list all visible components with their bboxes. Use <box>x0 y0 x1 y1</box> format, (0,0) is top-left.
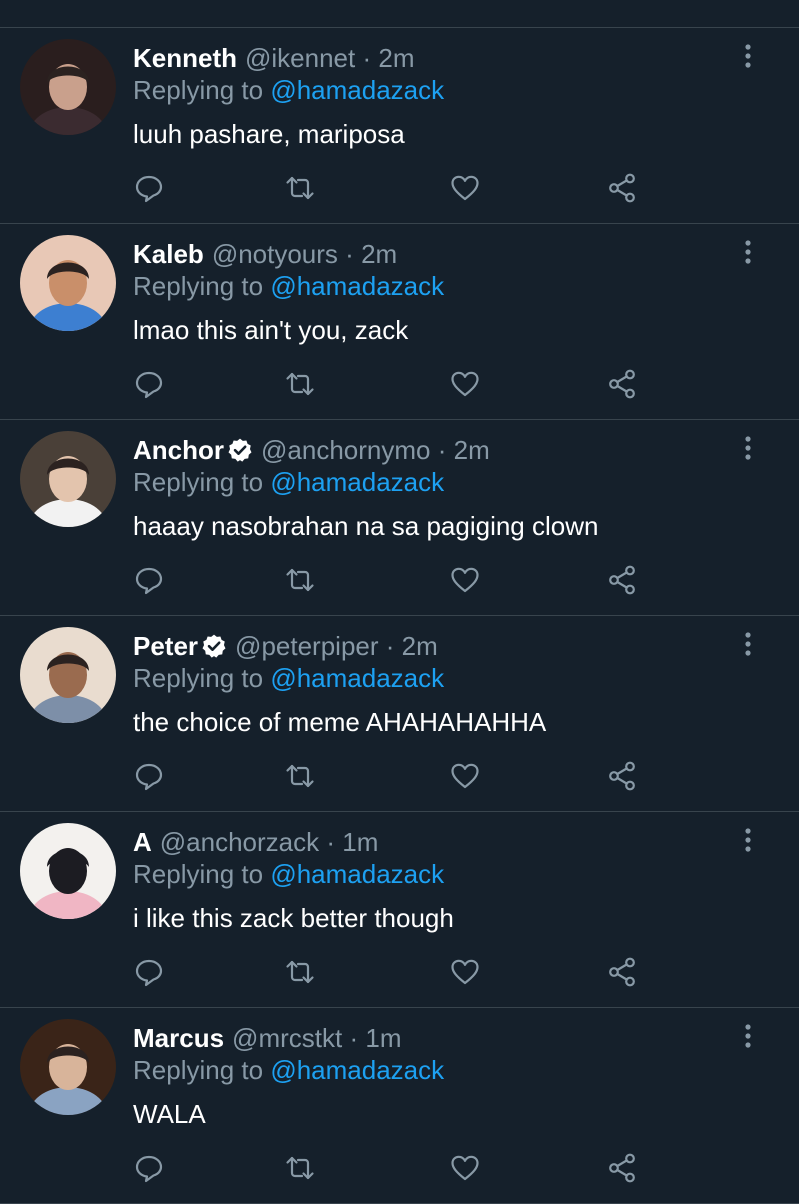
display-name[interactable]: Peter <box>133 631 198 661</box>
user-handle[interactable]: @peterpiper <box>235 631 378 661</box>
display-name[interactable]: Kaleb <box>133 239 204 269</box>
retweet-icon[interactable] <box>284 760 316 792</box>
reply-text: lmao this ain't you, zack <box>133 315 409 345</box>
reply-text: luuh pashare, mariposa <box>133 119 405 149</box>
separator-dot: · <box>326 827 336 857</box>
reply-header: Kenneth @ikennet · 2m <box>133 42 415 74</box>
separator-dot: · <box>385 631 395 661</box>
reply-icon[interactable] <box>133 1152 165 1184</box>
avatar[interactable] <box>20 431 116 527</box>
share-icon[interactable] <box>606 564 638 596</box>
display-name[interactable]: Marcus <box>133 1023 224 1053</box>
reply-header: A @anchorzack · 1m <box>133 826 378 858</box>
verified-badge-icon <box>227 437 253 463</box>
replying-to: Replying to @hamadazack <box>133 270 444 302</box>
reply-header: Marcus @mrcstkt · 1m <box>133 1022 401 1054</box>
share-icon[interactable] <box>606 368 638 400</box>
replying-prefix: Replying to <box>133 467 264 497</box>
reply-header: Kaleb @notyours · 2m <box>133 238 397 270</box>
like-icon[interactable] <box>449 760 481 792</box>
replying-prefix: Replying to <box>133 75 264 105</box>
display-name[interactable]: A <box>133 827 152 857</box>
like-icon[interactable] <box>449 368 481 400</box>
timestamp[interactable]: 2m <box>402 631 438 661</box>
timestamp[interactable]: 2m <box>454 435 490 465</box>
reply-item[interactable]: Kenneth @ikennet · 2m Replying to @hamada… <box>0 28 799 224</box>
reply-feed: Kenneth @ikennet · 2m Replying to @hamada… <box>0 28 799 1204</box>
avatar[interactable] <box>20 627 116 723</box>
reply-icon[interactable] <box>133 172 165 204</box>
more-vertical-icon[interactable] <box>734 42 762 70</box>
more-vertical-icon[interactable] <box>734 1022 762 1050</box>
like-icon[interactable] <box>449 564 481 596</box>
user-handle[interactable]: @mrcstkt <box>232 1023 342 1053</box>
separator-dot: · <box>362 43 372 73</box>
more-vertical-icon[interactable] <box>734 434 762 462</box>
replying-to: Replying to @hamadazack <box>133 858 444 890</box>
replying-prefix: Replying to <box>133 1055 264 1085</box>
mention-link[interactable]: @hamadazack <box>270 1055 444 1085</box>
share-icon[interactable] <box>606 172 638 204</box>
retweet-icon[interactable] <box>284 1152 316 1184</box>
retweet-icon[interactable] <box>284 956 316 988</box>
retweet-icon[interactable] <box>284 172 316 204</box>
reply-item[interactable]: A @anchorzack · 1m Replying to @hamadazac… <box>0 812 799 1008</box>
reply-text: the choice of meme AHAHAHAHHA <box>133 707 547 737</box>
reply-icon[interactable] <box>133 368 165 400</box>
user-handle[interactable]: @notyours <box>212 239 338 269</box>
retweet-icon[interactable] <box>284 368 316 400</box>
retweet-icon[interactable] <box>284 564 316 596</box>
user-handle[interactable]: @ikennet <box>245 43 355 73</box>
replying-to: Replying to @hamadazack <box>133 466 444 498</box>
like-icon[interactable] <box>449 1152 481 1184</box>
mention-link[interactable]: @hamadazack <box>270 75 444 105</box>
timestamp[interactable]: 1m <box>342 827 378 857</box>
replying-prefix: Replying to <box>133 271 264 301</box>
reply-item[interactable]: Marcus @mrcstkt · 1m Replying to @hamadaz… <box>0 1008 799 1204</box>
share-icon[interactable] <box>606 760 638 792</box>
separator-dot: · <box>349 1023 359 1053</box>
reply-header: Anchor @anchornymo · 2m <box>133 434 490 466</box>
reply-item[interactable]: Anchor @anchornymo · 2m Replying to @hama… <box>0 420 799 616</box>
mention-link[interactable]: @hamadazack <box>270 663 444 693</box>
mention-link[interactable]: @hamadazack <box>270 271 444 301</box>
reply-icon[interactable] <box>133 760 165 792</box>
replying-to: Replying to @hamadazack <box>133 74 444 106</box>
replying-prefix: Replying to <box>133 663 264 693</box>
verified-badge-icon <box>201 633 227 659</box>
replying-to: Replying to @hamadazack <box>133 662 444 694</box>
reply-text: i like this zack better though <box>133 903 454 933</box>
reply-header: Peter @peterpiper · 2m <box>133 630 438 662</box>
timestamp[interactable]: 1m <box>365 1023 401 1053</box>
avatar[interactable] <box>20 1019 116 1115</box>
timestamp[interactable]: 2m <box>361 239 397 269</box>
reply-text: haaay nasobrahan na sa pagiging clown <box>133 511 599 541</box>
reply-item[interactable]: Kaleb @notyours · 2m Replying to @hamadaz… <box>0 224 799 420</box>
reply-icon[interactable] <box>133 564 165 596</box>
reply-text: WALA <box>133 1099 206 1129</box>
mention-link[interactable]: @hamadazack <box>270 467 444 497</box>
replying-to: Replying to @hamadazack <box>133 1054 444 1086</box>
reply-icon[interactable] <box>133 956 165 988</box>
reply-item[interactable]: Peter @peterpiper · 2m Replying to @hamad… <box>0 616 799 812</box>
more-vertical-icon[interactable] <box>734 630 762 658</box>
separator-dot: · <box>437 435 447 465</box>
avatar[interactable] <box>20 39 116 135</box>
more-vertical-icon[interactable] <box>734 238 762 266</box>
avatar[interactable] <box>20 823 116 919</box>
display-name[interactable]: Anchor <box>133 435 224 465</box>
display-name[interactable]: Kenneth <box>133 43 237 73</box>
avatar[interactable] <box>20 235 116 331</box>
mention-link[interactable]: @hamadazack <box>270 859 444 889</box>
replying-prefix: Replying to <box>133 859 264 889</box>
like-icon[interactable] <box>449 956 481 988</box>
user-handle[interactable]: @anchornymo <box>261 435 430 465</box>
timestamp[interactable]: 2m <box>378 43 414 73</box>
share-icon[interactable] <box>606 1152 638 1184</box>
like-icon[interactable] <box>449 172 481 204</box>
user-handle[interactable]: @anchorzack <box>160 827 319 857</box>
more-vertical-icon[interactable] <box>734 826 762 854</box>
separator-dot: · <box>345 239 354 269</box>
share-icon[interactable] <box>606 956 638 988</box>
